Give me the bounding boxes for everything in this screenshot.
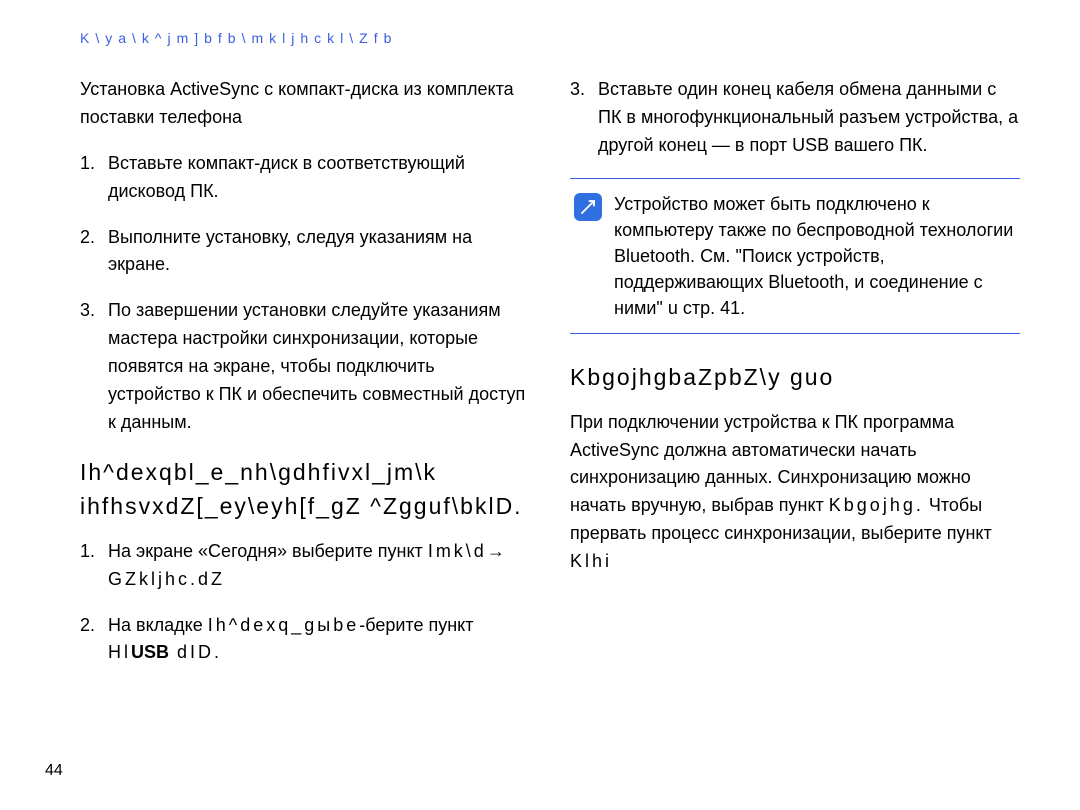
text: -берите пункт bbox=[359, 615, 473, 635]
text: На вкладке bbox=[108, 615, 208, 635]
list-item: 3. По завершении установки следуйте указ… bbox=[80, 297, 530, 436]
text: На экране «Сегодня» выберите пункт bbox=[108, 541, 428, 561]
right-column: 3. Вставьте один конец кабеля обмена дан… bbox=[570, 76, 1020, 685]
left-steps: 1. Вставьте компакт-диск в соответствующ… bbox=[80, 150, 530, 437]
list-item: 2. На вкладке Ih^dexq_gыbе-берите пункт … bbox=[80, 612, 530, 668]
list-item: 3. Вставьте один конец кабеля обмена дан… bbox=[570, 76, 1020, 160]
step-text: Вставьте компакт-диск в соответствующий … bbox=[108, 150, 530, 206]
step-text: На вкладке Ih^dexq_gыbе-берите пункт HlU… bbox=[108, 612, 530, 668]
right-step3: 3. Вставьте один конец кабеля обмена дан… bbox=[570, 76, 1020, 160]
page-number: 44 bbox=[45, 762, 63, 780]
note-box: Устройство может быть подключено к компь… bbox=[570, 178, 1020, 334]
note-text: Устройство может быть подключено к компь… bbox=[614, 191, 1016, 321]
text: dID. bbox=[169, 642, 222, 662]
step-text: По завершении установки следуйте указани… bbox=[108, 297, 530, 436]
page-header: K\ya\k^jm]bfb\mkljhckl\Zfb bbox=[80, 30, 1020, 46]
page: K\ya\k^jm]bfb\mkljhckl\Zfb Установка Act… bbox=[0, 0, 1080, 810]
step-number: 2. bbox=[80, 224, 108, 280]
step-text: На экране «Сегодня» выберите пункт Imk\d… bbox=[108, 538, 530, 594]
menu-item: Klhi bbox=[570, 551, 612, 571]
left-section-heading: Ih^dexqbl_e_nh\gdhfivxl_jm\k ihfhsvxdZ[_… bbox=[80, 455, 530, 524]
list-item: 2. Выполните установку, следуя указаниям… bbox=[80, 224, 530, 280]
step-text: Выполните установку, следуя указаниям на… bbox=[108, 224, 530, 280]
right-paragraph: При подключении устройства к ПК программ… bbox=[570, 409, 1020, 576]
left-intro: Установка ActiveSync с компакт-диска из … bbox=[80, 76, 530, 132]
option-name: Hl bbox=[108, 642, 131, 662]
columns: Установка ActiveSync с компакт-диска из … bbox=[80, 76, 1020, 685]
step-text: Вставьте один конец кабеля обмена данным… bbox=[598, 76, 1020, 160]
menu-item: Kbgojhg. bbox=[829, 495, 924, 515]
left-column: Установка ActiveSync с компакт-диска из … bbox=[80, 76, 530, 685]
tab-name: Ih^dexq_gыbе bbox=[208, 615, 359, 635]
right-section-heading: KbgojhgbaZpbZ\y guo bbox=[570, 360, 1020, 395]
note-icon bbox=[574, 193, 602, 221]
step-number: 2. bbox=[80, 612, 108, 668]
usb-bold: USB bbox=[131, 642, 169, 662]
list-item: 1. Вставьте компакт-диск в соответствующ… bbox=[80, 150, 530, 206]
step-number: 1. bbox=[80, 150, 108, 206]
step-number: 1. bbox=[80, 538, 108, 594]
left-steps-2: 1. На экране «Сегодня» выберите пункт Im… bbox=[80, 538, 530, 668]
list-item: 1. На экране «Сегодня» выберите пункт Im… bbox=[80, 538, 530, 594]
step-number: 3. bbox=[80, 297, 108, 436]
step-number: 3. bbox=[570, 76, 598, 160]
